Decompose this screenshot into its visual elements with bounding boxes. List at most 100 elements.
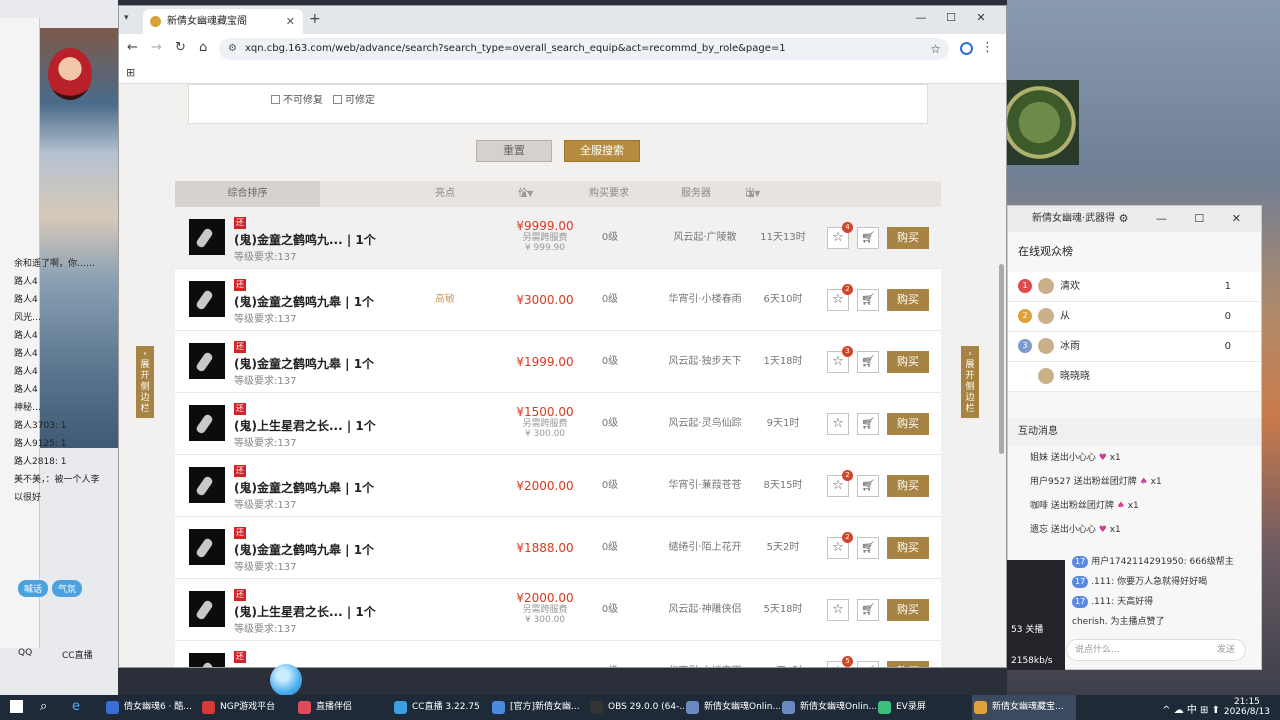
send-button[interactable]: 发送	[1217, 640, 1235, 660]
item-thumbnail[interactable]	[189, 653, 225, 667]
shout-button[interactable]: 喊话	[18, 580, 49, 597]
checkbox-unrepairable[interactable]: 不可修复	[271, 91, 323, 106]
site-info-icon[interactable]: ⚙	[228, 38, 237, 60]
menu-icon[interactable]: ⋮	[981, 40, 994, 55]
taskbar-app[interactable]: 新倩女幽魂藏宝...	[972, 695, 1076, 720]
add-to-cart-icon[interactable]: 🛒︎	[857, 289, 879, 311]
page-scrollbar[interactable]	[997, 84, 1006, 667]
add-to-cart-icon[interactable]: 🛒︎	[857, 413, 879, 435]
system-tray[interactable]: ^ ☁ 中 ⊞ ⬆	[1162, 701, 1220, 716]
qq-label[interactable]: QQ	[18, 648, 32, 658]
app-icon	[974, 701, 987, 714]
taskbar-app[interactable]: 新倩女幽魂Onlin...	[684, 695, 780, 720]
checkbox-repairable[interactable]: 可修定	[333, 91, 375, 106]
item-name[interactable]: (鬼)上生星君之长... | 1个	[234, 603, 376, 620]
buy-button[interactable]: 购买	[887, 351, 929, 373]
add-to-cart-icon[interactable]: 🛒︎	[857, 351, 879, 373]
url-input[interactable]: ⚙ xqn.cbg.163.com/web/advance/search?sea…	[219, 38, 949, 60]
item-name[interactable]: (鬼)金童之鹤鸣九皋 | 1个	[234, 479, 374, 496]
server-search-button[interactable]: 全服搜索	[564, 140, 640, 162]
expand-sidebar-right[interactable]: › 展开侧边栏	[961, 346, 979, 418]
reset-button[interactable]: 重置	[476, 140, 552, 162]
clock[interactable]: 21:15 2026/8/13	[1224, 697, 1270, 717]
audience-rank: 3	[1018, 339, 1032, 353]
close-tab-icon[interactable]: ✕	[286, 9, 295, 34]
cross-server-fee-label: 另需跨服费	[522, 233, 568, 243]
add-to-cart-icon[interactable]: 🛒︎	[857, 475, 879, 497]
add-to-cart-icon[interactable]: 🛒︎	[857, 537, 879, 559]
tab-search-icon[interactable]: ▾	[124, 13, 129, 23]
chat-input[interactable]: 说点什么... 发送	[1066, 639, 1246, 661]
stream-window-controls[interactable]: ⚙ — ☐ ✕	[1119, 206, 1253, 232]
item-thumbnail[interactable]	[189, 405, 225, 441]
apps-grid-icon[interactable]: ⊞	[126, 66, 135, 79]
home-icon[interactable]: ⌂	[199, 40, 207, 55]
buy-button[interactable]: 购买	[887, 227, 929, 249]
floating-assistant-ball[interactable]	[270, 664, 302, 696]
close-window-button[interactable]: ✕	[966, 11, 996, 24]
back-icon[interactable]: ←	[127, 40, 138, 55]
table-row[interactable]: 还 (鬼)金童之鹤鸣九皋 | 1个 等级要求:137 ¥2000.00 0级 华宵引·蒹葭…	[175, 455, 941, 517]
buy-button[interactable]: 购买	[887, 661, 929, 667]
item-thumbnail[interactable]	[189, 281, 225, 317]
item-name[interactable]: (鬼)金童之鹤鸣九皋 | 1个	[234, 293, 374, 310]
search-icon[interactable]: ⌕	[40, 699, 47, 714]
taskbar-app[interactable]: 新倩女幽魂Onlin...	[780, 695, 876, 720]
scrollbar-thumb[interactable]	[999, 264, 1004, 454]
expand-sidebar-left[interactable]: ‹ 展开侧边栏	[136, 346, 154, 418]
buy-button[interactable]: 购买	[887, 475, 929, 497]
sort-comprehensive[interactable]: 综合排序	[175, 181, 320, 207]
taskbar-app[interactable]: [官方]新倩女幽...	[490, 695, 588, 720]
heart-icon: ♥	[1098, 525, 1107, 535]
taskbar-app[interactable]: NGP游戏平台	[200, 695, 296, 720]
profile-icon[interactable]	[960, 42, 973, 55]
atmosphere-button[interactable]: 气氛	[52, 580, 83, 597]
audience-row[interactable]: 1 清欢 1	[1008, 272, 1261, 302]
table-row[interactable]: 还 (鬼)金童之鹤鸣九... | 1个 等级要求:137 ¥9999.00 另需跨服费 ¥…	[175, 207, 941, 269]
favorite-star-icon[interactable]: ☆	[827, 599, 849, 621]
item-thumbnail[interactable]	[189, 591, 225, 627]
price-cell: ¥1888.00	[495, 517, 595, 579]
taskbar-app[interactable]: 倩女幽魂6 · 酷...	[104, 695, 200, 720]
item-name[interactable]: (鬼)金童之鹤鸣九... | 1个	[234, 231, 376, 248]
taskbar-app[interactable]: CC直播 3.22.75	[392, 695, 490, 720]
taskbar-app[interactable]: EV录屏	[876, 695, 972, 720]
cc-label[interactable]: CC直播	[62, 648, 93, 661]
taskbar-app[interactable]: 直播伴侣	[296, 695, 392, 720]
audience-row[interactable]: 3 冰雨 0	[1008, 332, 1261, 362]
table-row[interactable]: 还 (鬼)金童之鹤鸣九皋 | 1个 等级要求:137 高敏 ¥3000.00 0级 华宵引·…	[175, 269, 941, 331]
minimize-button[interactable]: —	[906, 11, 936, 24]
taskbar-app-label: CC直播 3.22.75	[412, 702, 480, 712]
reload-icon[interactable]: ↻	[175, 40, 186, 55]
start-icon[interactable]	[10, 700, 23, 713]
audience-row[interactable]: 晓晓晓	[1008, 362, 1261, 392]
forward-icon[interactable]: →	[151, 40, 162, 55]
buy-button[interactable]: 购买	[887, 289, 929, 311]
add-to-cart-icon[interactable]: 🛒︎	[857, 227, 879, 249]
bookmark-star-icon[interactable]: ☆	[930, 38, 941, 60]
table-row[interactable]: 还 (鬼)金童之鹤鸣九皋 | 1个 等级要求:137 ¥1999.00 0级 风云起·独步…	[175, 331, 941, 393]
item-name[interactable]: (鬼)上生星君之长... | 1个	[234, 417, 376, 434]
taskbar-app[interactable]: OBS 29.0.0 (64-...	[588, 695, 684, 720]
item-thumbnail[interactable]	[189, 529, 225, 565]
item-thumbnail[interactable]	[189, 343, 225, 379]
table-row[interactable]: 还 (鬼)金童之鹤鸣九皋 | 1个 等级要求:137 ¥1888.00 0级 缱绻引·陌上…	[175, 517, 941, 579]
audience-row[interactable]: 2 从 0	[1008, 302, 1261, 332]
app-icon	[492, 701, 505, 714]
tab-cangbaoge[interactable]: 新倩女幽魂藏宝阁 ✕	[143, 9, 303, 34]
buy-button[interactable]: 购买	[887, 599, 929, 621]
table-row[interactable]: 还 (鬼)上生星君之长... | 1个 等级要求:137 ¥1500.00 另需跨服费 ¥…	[175, 393, 941, 455]
add-to-cart-icon[interactable]: 🛒︎	[857, 661, 879, 667]
maximize-button[interactable]: ☐	[936, 11, 966, 24]
item-thumbnail[interactable]	[189, 467, 225, 503]
new-tab-button[interactable]: +	[309, 11, 321, 27]
favorite-star-icon[interactable]: ☆	[827, 413, 849, 435]
add-to-cart-icon[interactable]: 🛒︎	[857, 599, 879, 621]
buy-button[interactable]: 购买	[887, 537, 929, 559]
item-name[interactable]: (鬼)金童之鹤鸣九皋 | 1个	[234, 541, 374, 558]
edge-icon[interactable]: e	[72, 699, 80, 714]
buy-button[interactable]: 购买	[887, 413, 929, 435]
table-row[interactable]: 还 (鬼)上生星君之长... | 1个 等级要求:137 ¥2000.00 另需跨服费 ¥…	[175, 579, 941, 641]
item-name[interactable]: (鬼)金童之鹤鸣九皋 | 1个	[234, 355, 374, 372]
item-thumbnail[interactable]	[189, 219, 225, 255]
